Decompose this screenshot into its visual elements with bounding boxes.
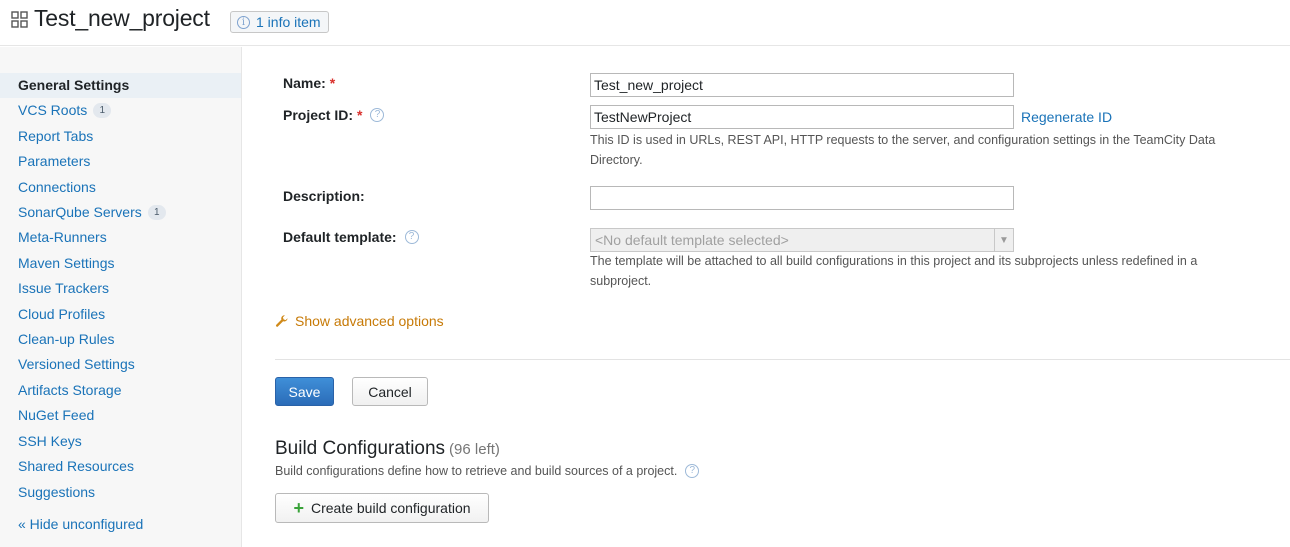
sidebar-item-sonarqube-servers[interactable]: SonarQube Servers 1 — [18, 204, 166, 220]
name-label: Name: * — [283, 75, 335, 91]
form-divider — [275, 359, 1290, 360]
build-configurations-description-row: Build configurations define how to retri… — [275, 464, 700, 478]
sidebar-item-label: SSH Keys — [18, 433, 82, 449]
sidebar-item-nuget-feed[interactable]: NuGet Feed — [18, 407, 94, 423]
show-advanced-options-label: Show advanced options — [295, 313, 444, 329]
info-icon: i — [237, 15, 250, 29]
page-header: Test_new_project i 1 info item — [0, 0, 1290, 46]
sidebar-item-label: Report Tabs — [18, 128, 94, 144]
build-configurations-description: Build configurations define how to retri… — [275, 464, 678, 478]
plus-icon: + — [293, 498, 304, 518]
save-button[interactable]: Save — [275, 377, 334, 406]
sidebar-item-label: VCS Roots — [18, 102, 88, 118]
chevron-down-icon: ▼ — [994, 229, 1013, 251]
sidebar-item-general-settings[interactable]: General Settings — [18, 77, 129, 93]
sidebar-item-label: Artifacts Storage — [18, 382, 122, 398]
sidebar-item-connections[interactable]: Connections — [18, 179, 96, 195]
sidebar-item-cloud-profiles[interactable]: Cloud Profiles — [18, 306, 105, 322]
sidebar-item-label: General Settings — [18, 77, 130, 93]
default-template-label: Default template: ? — [283, 229, 419, 245]
sidebar-item-shared-resources[interactable]: Shared Resources — [18, 458, 134, 474]
sidebar-item-label: Maven Settings — [18, 255, 115, 271]
description-input[interactable] — [590, 186, 1014, 210]
page-title: Test_new_project — [34, 5, 210, 31]
sidebar-item-label: Parameters — [18, 153, 91, 169]
build-configurations-heading: Build Configurations (96 left) — [275, 438, 500, 460]
create-build-configuration-button[interactable]: + Create build configuration — [275, 493, 489, 523]
regenerate-id-link[interactable]: Regenerate ID — [1021, 109, 1112, 125]
sidebar-item-label: Suggestions — [18, 484, 96, 500]
description-label-text: Description: — [283, 188, 365, 204]
sidebar-item-label: Issue Trackers — [18, 280, 110, 296]
sidebar-item-label: SonarQube Servers — [18, 204, 142, 220]
sidebar-item-suggestions[interactable]: Suggestions — [18, 484, 95, 500]
sidebar-item-vcs-roots[interactable]: VCS Roots 1 — [18, 102, 112, 118]
show-advanced-options-link[interactable]: Show advanced options — [275, 313, 444, 329]
build-configurations-title: Build Configurations — [275, 438, 446, 459]
count-badge: 1 — [147, 204, 166, 220]
sidebar-item-maven-settings[interactable]: Maven Settings — [18, 255, 115, 271]
required-mark: * — [329, 75, 336, 91]
count-badge: 1 — [93, 102, 112, 118]
sidebar-item-versioned-settings[interactable]: Versioned Settings — [18, 356, 135, 372]
default-template-label-text: Default template: — [283, 229, 397, 245]
sidebar-item-report-tabs[interactable]: Report Tabs — [18, 128, 93, 144]
sidebar-item-clean-up-rules[interactable]: Clean-up Rules — [18, 331, 115, 347]
build-configurations-remaining: (96 left) — [449, 441, 500, 458]
create-build-configuration-label: Create build configuration — [310, 500, 471, 516]
sidebar-item-label: Clean-up Rules — [18, 331, 115, 347]
project-id-input[interactable] — [590, 105, 1014, 129]
sidebar-item-meta-runners[interactable]: Meta-Runners — [18, 229, 107, 245]
help-icon[interactable]: ? — [685, 464, 700, 478]
name-label-text: Name: — [283, 75, 326, 91]
required-mark: * — [357, 107, 363, 123]
help-icon[interactable]: ? — [370, 108, 385, 122]
sidebar-item-label: Shared Resources — [18, 458, 134, 474]
project-id-label-text: Project ID: — [283, 107, 354, 123]
description-label: Description: — [283, 188, 365, 204]
default-template-select[interactable]: <No default template selected> ▼ — [590, 228, 1014, 252]
sidebar-item-parameters[interactable]: Parameters — [18, 153, 90, 169]
hide-unconfigured-link[interactable]: « Hide unconfigured — [18, 516, 143, 532]
cancel-button[interactable]: Cancel — [352, 377, 428, 406]
project-grid-icon — [11, 11, 28, 28]
sidebar-item-ssh-keys[interactable]: SSH Keys — [18, 433, 82, 449]
sidebar-item-issue-trackers[interactable]: Issue Trackers — [18, 280, 109, 296]
sidebar-item-artifacts-storage[interactable]: Artifacts Storage — [18, 382, 122, 398]
sidebar-item-label: Meta-Runners — [18, 229, 107, 245]
project-name-input[interactable] — [590, 73, 1014, 97]
project-id-note: This ID is used in URLs, REST API, HTTP … — [590, 133, 1216, 167]
wrench-icon — [275, 315, 288, 327]
sidebar-item-label: Connections — [18, 179, 96, 195]
settings-sidebar: General Settings VCS Roots 1 Report Tabs… — [0, 47, 242, 547]
default-template-note: The template will be attached to all bui… — [590, 254, 1198, 288]
sidebar-item-label: NuGet Feed — [18, 407, 95, 423]
help-icon[interactable]: ? — [404, 230, 419, 244]
default-template-selected: <No default template selected> — [595, 232, 789, 248]
sidebar-item-label: Versioned Settings — [18, 356, 135, 372]
sidebar-item-label: Cloud Profiles — [18, 306, 106, 322]
info-badge-label: 1 info item — [256, 14, 321, 30]
info-items-badge[interactable]: i 1 info item — [230, 11, 329, 33]
project-id-label: Project ID: * ? — [283, 107, 385, 123]
